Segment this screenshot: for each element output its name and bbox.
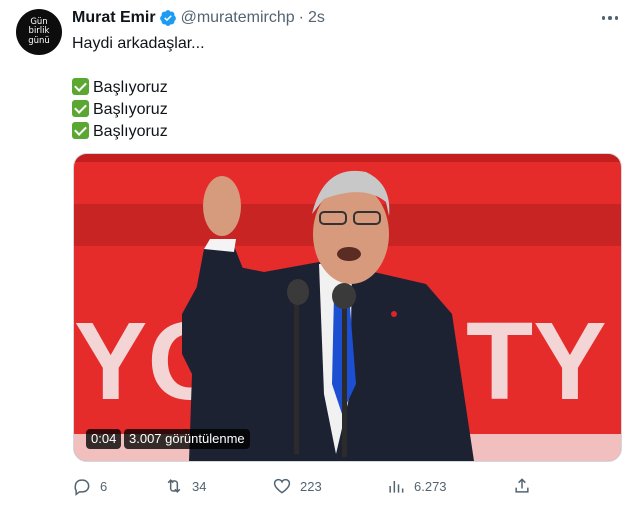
video-duration: 0:04: [86, 429, 122, 449]
timestamp[interactable]: 2s: [308, 9, 325, 27]
retweet-count: 34: [192, 478, 207, 494]
author-handle[interactable]: @muratemirchp: [181, 9, 295, 27]
author-name[interactable]: Murat Emir: [72, 9, 156, 27]
retweet-button[interactable]: 34: [164, 476, 206, 496]
like-count: 223: [300, 478, 322, 494]
like-icon: [273, 478, 291, 494]
video-frame: YOR TY D: [74, 154, 621, 461]
avatar[interactable]: Gün birlik günü: [16, 9, 62, 55]
check-icon: [72, 122, 89, 139]
reply-button[interactable]: 6: [72, 476, 107, 496]
tweet-header: Murat Emir @muratemirchp · 2s: [72, 9, 325, 27]
like-button[interactable]: 223: [272, 476, 322, 496]
tweet: Gün birlik günü Murat Emir @muratemirchp…: [0, 0, 640, 507]
share-button[interactable]: [512, 476, 540, 496]
video-views: 3.007 görüntülenme: [124, 429, 250, 449]
views-icon: [389, 481, 404, 493]
share-icon: [515, 478, 529, 493]
avatar-line-3: günü: [28, 35, 50, 46]
tweet-line-1: Haydi arkadaşlar...: [72, 35, 205, 52]
more-icon[interactable]: [598, 9, 622, 27]
stage-letters-right: TY D: [466, 300, 621, 423]
verified-badge-icon: [159, 10, 176, 26]
views-count: 6.273: [414, 478, 447, 494]
check-icon: [72, 100, 89, 117]
tweet-text: Haydi arkadaşlar... Başlıyoruz Başlıyoru…: [72, 33, 205, 143]
list-item: Başlıyoruz: [72, 121, 205, 143]
separator-dot: ·: [298, 9, 304, 26]
check-icon: [72, 78, 89, 95]
views-button[interactable]: 6.273: [386, 476, 447, 496]
video-player[interactable]: YOR TY D 0:04 3.007: [73, 153, 622, 462]
tweet-actions: 6 34 223 6.273: [72, 476, 632, 498]
reply-icon: [74, 479, 90, 496]
reply-count: 6: [100, 478, 108, 494]
list-item: Başlıyoruz: [72, 77, 205, 99]
retweet-icon: [167, 479, 181, 493]
list-item: Başlıyoruz: [72, 99, 205, 121]
